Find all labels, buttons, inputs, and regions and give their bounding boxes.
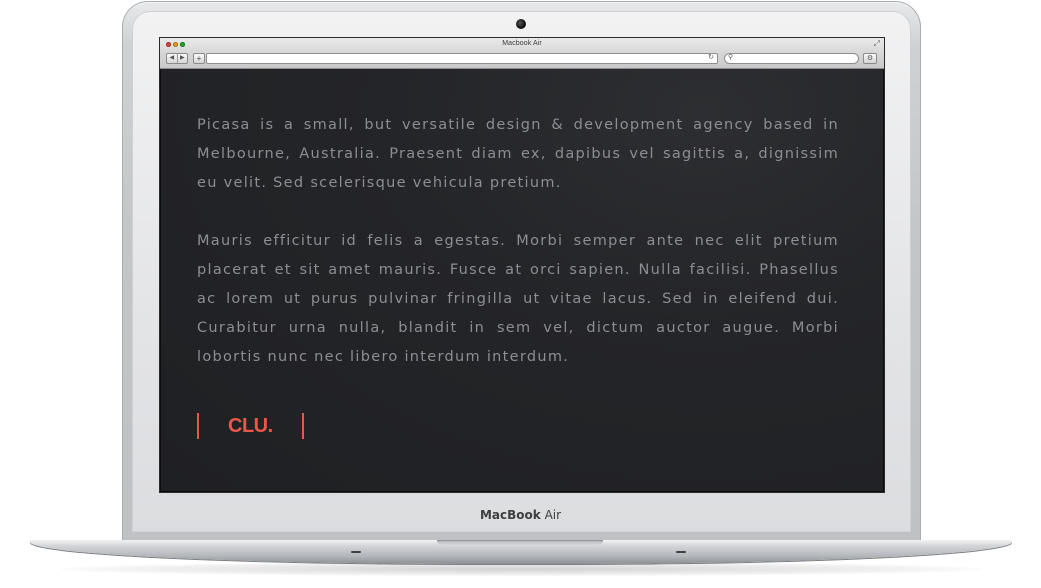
intro-paragraph: Picasa is a small, but versatile design … — [197, 117, 839, 191]
navigation-buttons: ◀ ▶ — [166, 53, 188, 64]
address-bar[interactable]: ↻ — [206, 53, 718, 64]
logo-text: CLU. — [228, 415, 273, 437]
logo-bar-left — [197, 413, 199, 439]
settings-button[interactable]: ⚙ — [863, 53, 877, 64]
search-icon: ⚲ — [728, 54, 734, 61]
camera-icon — [516, 19, 526, 29]
body-paragraph: Mauris efficitur id felis a egestas. Mor… — [197, 233, 839, 365]
laptop-shadow — [60, 562, 982, 576]
page-content: Picasa is a small, but versatile design … — [197, 111, 839, 372]
forward-button[interactable]: ▶ — [176, 54, 188, 63]
laptop-foot-right — [676, 551, 686, 553]
laptop-foot-left — [351, 551, 361, 553]
window-title: Macbook Air — [502, 40, 542, 47]
search-input[interactable]: ⚲ — [724, 53, 859, 64]
device-mockup: Macbook Air ⤢ ◀ ▶ + ↻ ⚲ ⚙ Picasa is a sm… — [0, 0, 1041, 588]
add-bookmark-button[interactable]: + — [193, 53, 205, 64]
browser-toolbar: ◀ ▶ + ↻ ⚲ ⚙ — [160, 52, 884, 65]
logo[interactable]: CLU. — [197, 413, 307, 439]
reload-icon[interactable]: ↻ — [708, 53, 714, 61]
lid-notch — [437, 540, 603, 546]
logo-bar-right — [302, 413, 304, 439]
device-label: MacBook Air — [0, 508, 1041, 522]
device-model: Air — [544, 508, 562, 522]
web-page: Picasa is a small, but versatile design … — [161, 69, 883, 491]
fullscreen-icon[interactable]: ⤢ — [874, 40, 880, 48]
browser-chrome: Macbook Air ⤢ ◀ ▶ + ↻ ⚲ ⚙ — [160, 38, 884, 69]
back-button[interactable]: ◀ — [167, 54, 177, 63]
laptop-screen: Macbook Air ⤢ ◀ ▶ + ↻ ⚲ ⚙ Picasa is a sm… — [160, 38, 884, 492]
device-brand: MacBook — [479, 508, 541, 522]
